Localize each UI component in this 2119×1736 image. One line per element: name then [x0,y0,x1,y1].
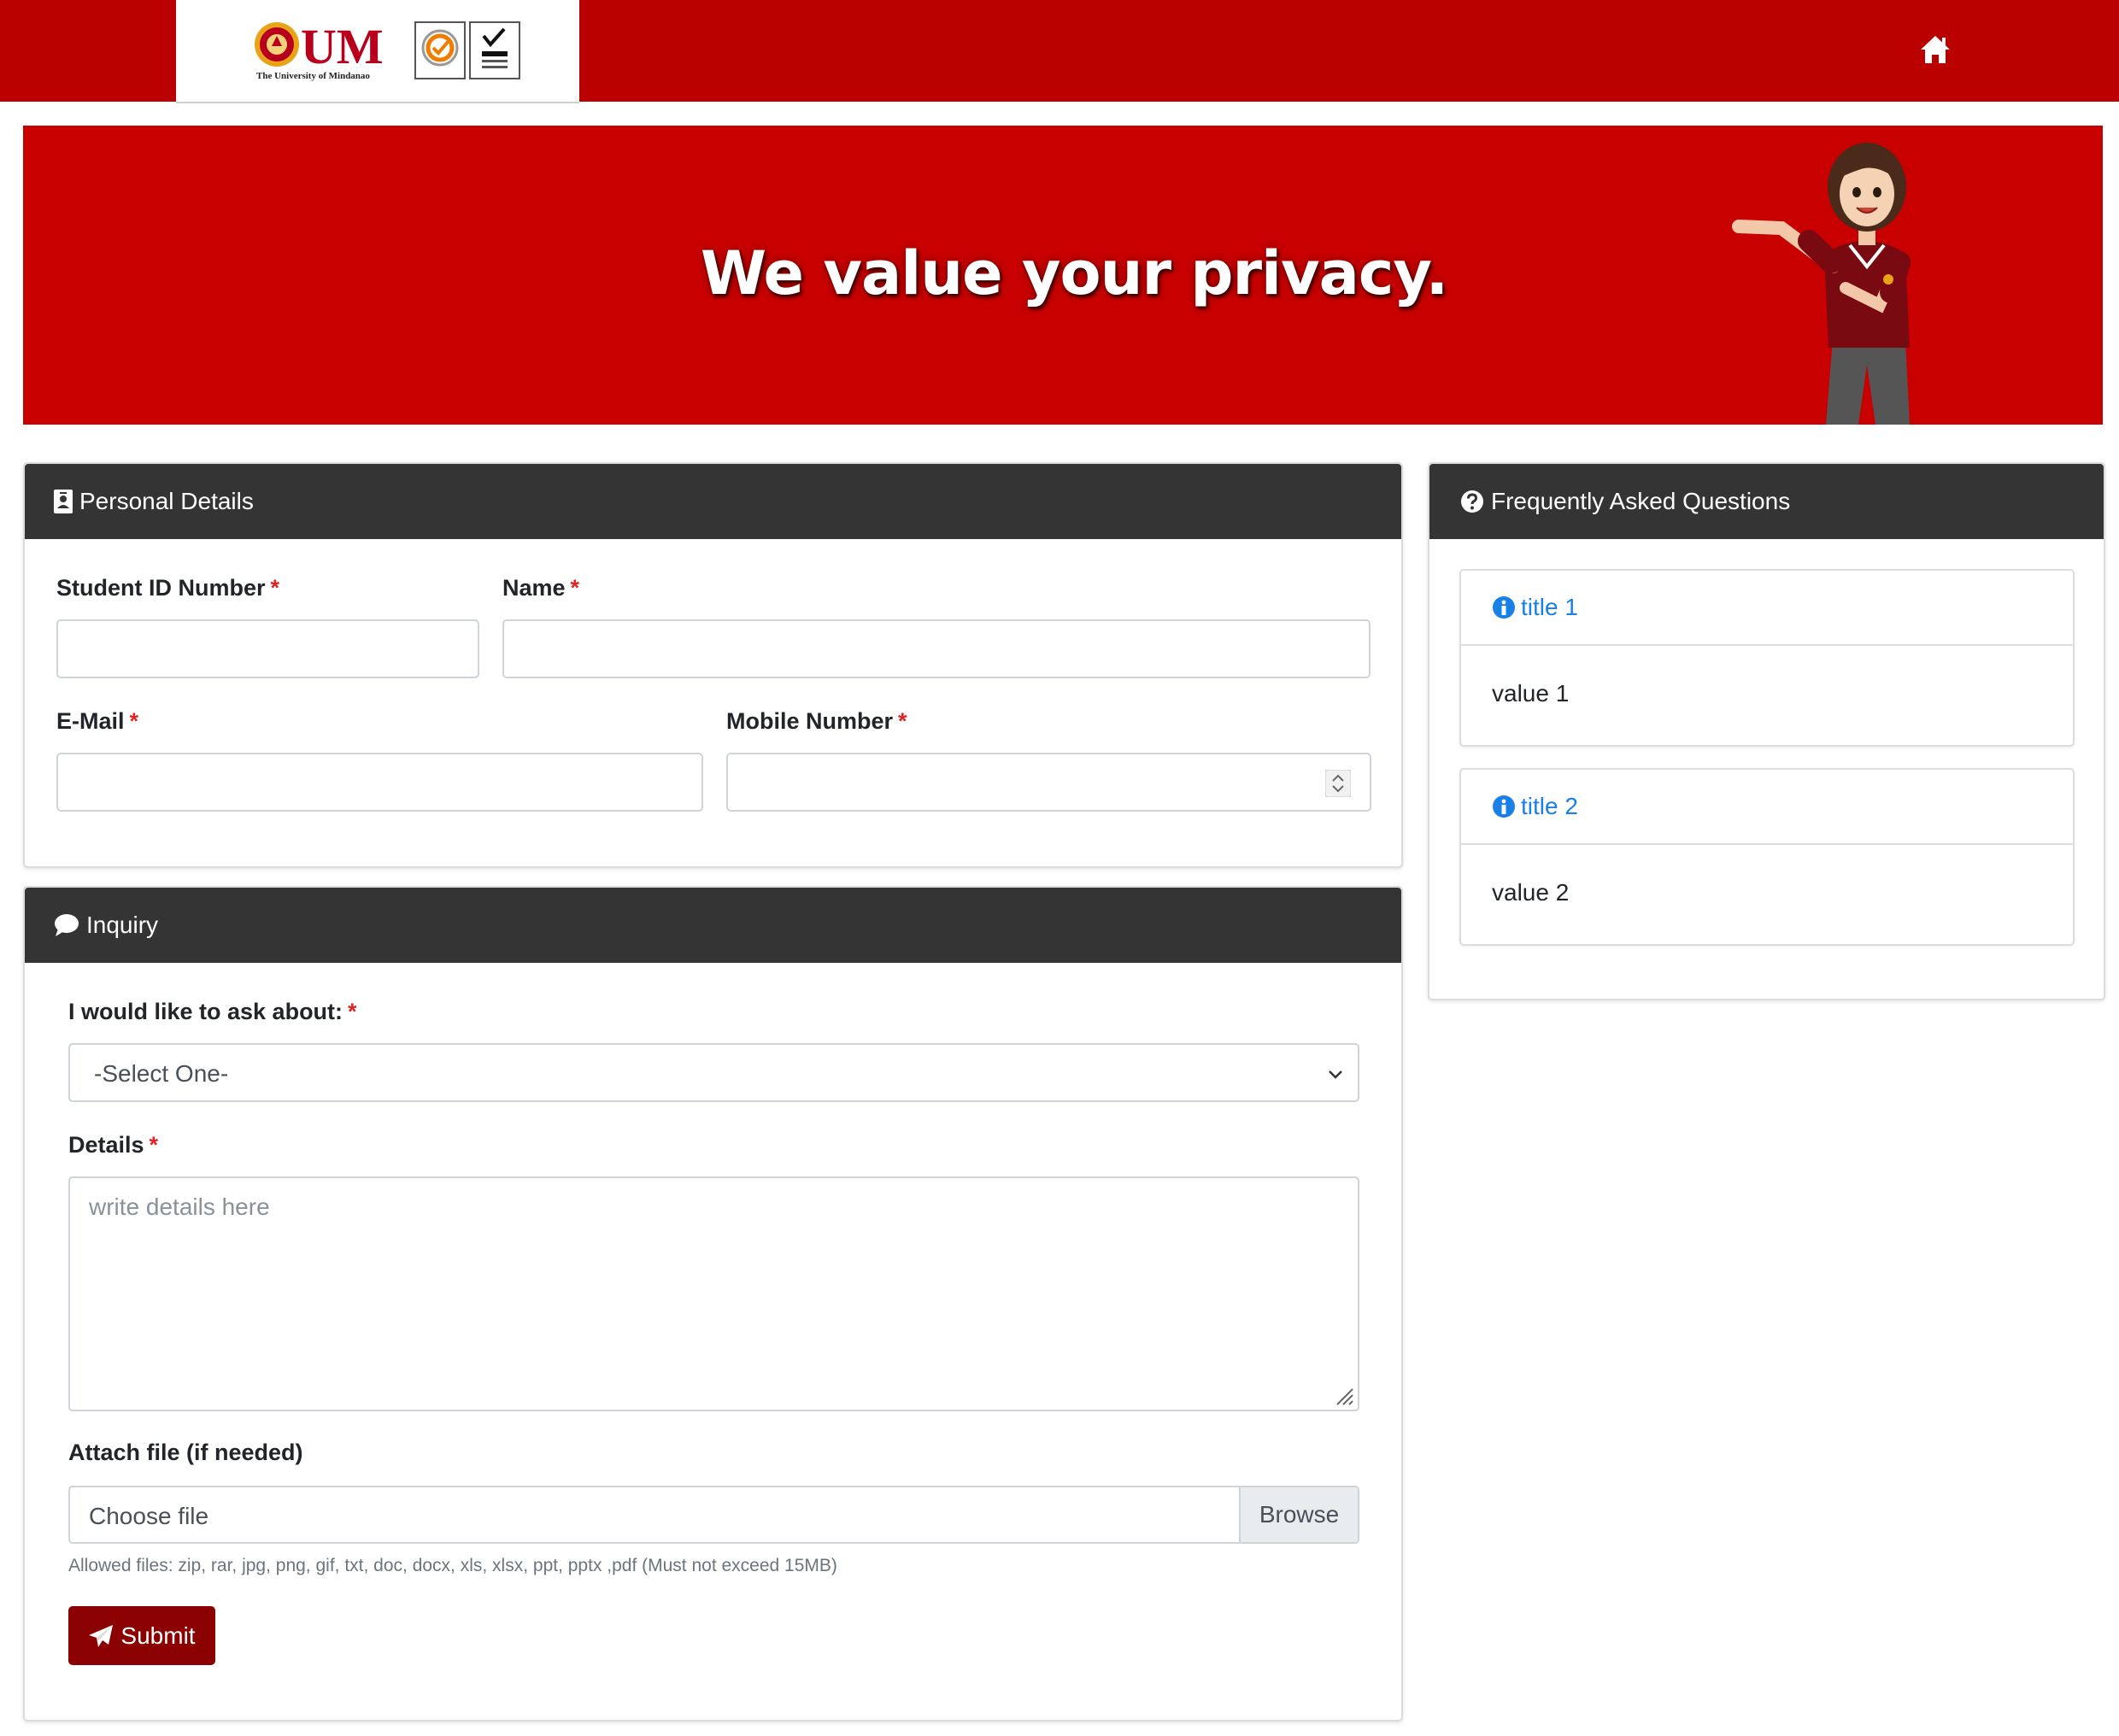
resize-grip-icon[interactable] [1332,1384,1354,1406]
faq-item-value: value 2 [1492,879,1570,906]
faq-header: Frequently Asked Questions [1429,464,2104,539]
top-navbar: UM The University of Mindanao [0,0,2119,103]
mobile-number-input[interactable] [726,753,1371,812]
file-input[interactable]: Choose file Browse [68,1486,1359,1544]
id-badge-icon [54,490,73,513]
name-label: Name * [502,575,580,601]
paper-plane-icon [89,1624,114,1647]
question-circle-icon [1461,490,1483,513]
faq-title: Frequently Asked Questions [1491,488,1791,514]
info-circle-icon [1493,795,1515,818]
info-circle-icon [1493,596,1515,619]
details-placeholder: write details here [89,1194,270,1220]
email-label: E-Mail * [56,708,139,734]
student-id-input[interactable] [56,619,479,678]
submit-label: Submit [120,1622,196,1649]
home-icon[interactable] [1919,34,1952,65]
personal-details-card: Personal Details Student ID Number * Name… [23,462,1403,868]
number-spinner-icon[interactable] [1325,770,1351,797]
allowed-files-hint: Allowed files: zip, rar, jpg, png, gif, … [68,1556,837,1575]
chevron-down-icon [1329,1070,1342,1079]
topic-label: I would like to ask about: * [68,999,357,1024]
personal-details-header: Personal Details [25,464,1401,539]
brand-logo-box[interactable]: UM The University of Mindanao [176,0,579,103]
personal-details-title: Personal Details [79,488,254,514]
topic-select[interactable]: -Select One- [68,1043,1359,1102]
inquiry-header: Inquiry [25,888,1401,963]
inquiry-card: Inquiry I would like to ask about: * -Sel… [23,886,1403,1721]
faq-item-title[interactable]: title 1 [1461,571,2073,646]
faq-card: Frequently Asked Questions title 1 value… [1428,462,2105,1000]
faq-item-value: value 1 [1492,680,1570,707]
mascot-illustration [1732,143,1911,425]
svg-text:UM: UM [301,19,384,74]
details-label: Details * [68,1132,159,1158]
submit-button[interactable]: Submit [68,1606,215,1665]
details-textarea[interactable]: write details here [68,1176,1359,1411]
student-id-label: Student ID Number * [56,575,280,601]
topic-selected-value: -Select One- [94,1060,229,1087]
inquiry-title: Inquiry [86,912,159,938]
browse-button[interactable]: Browse [1239,1487,1358,1542]
faq-item: title 1 value 1 [1459,569,2075,747]
faq-item-title[interactable]: title 2 [1461,770,2073,845]
name-input[interactable] [502,619,1371,678]
mobile-number-label: Mobile Number * [726,708,907,734]
attach-file-label: Attach file (if needed) [68,1440,303,1465]
email-input[interactable] [56,753,703,812]
svg-text:The University of Mindanao: The University of Mindanao [256,71,370,81]
comment-icon [55,914,79,936]
privacy-banner: We value your privacy. [23,126,2103,425]
university-logo: UM The University of Mindanao [255,19,520,81]
faq-item: title 2 value 2 [1459,768,2075,946]
file-input-placeholder: Choose file [89,1503,209,1529]
